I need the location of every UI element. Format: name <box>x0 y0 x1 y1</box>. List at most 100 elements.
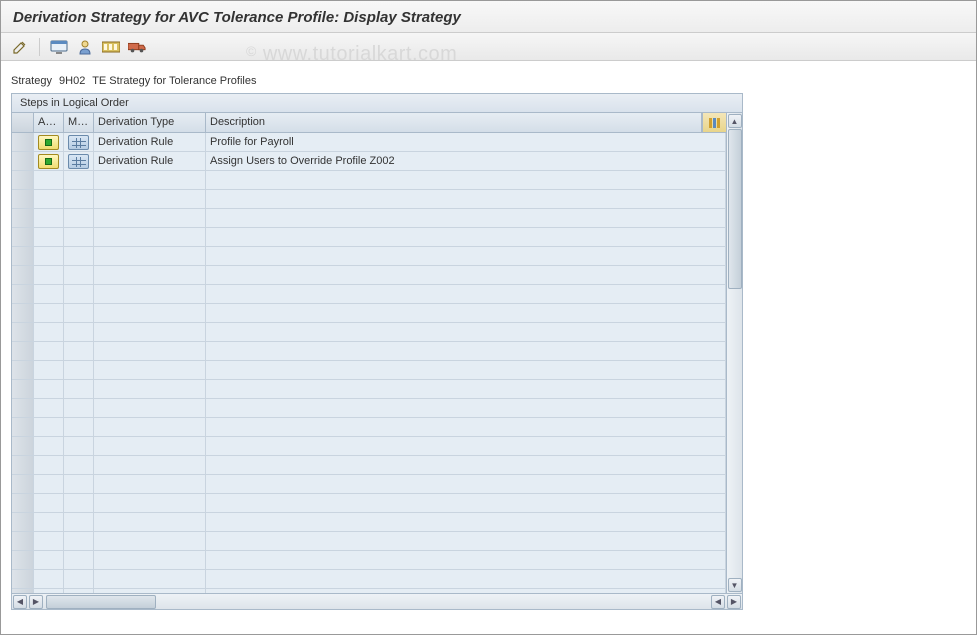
active-cell <box>34 228 64 246</box>
vertical-scrollbar[interactable]: ▲ ▼ <box>726 113 742 593</box>
row-selector[interactable] <box>12 304 34 322</box>
maint-cell <box>64 570 94 588</box>
description-cell: Assign Users to Override Profile Z002 <box>206 152 726 170</box>
row-selector[interactable] <box>12 551 34 569</box>
derivation-type-cell <box>94 513 206 531</box>
active-cell <box>34 494 64 512</box>
row-selector[interactable] <box>12 266 34 284</box>
row-selector[interactable] <box>12 247 34 265</box>
table-row <box>12 171 726 190</box>
overview-icon[interactable] <box>102 38 120 56</box>
active-button[interactable] <box>38 154 59 169</box>
row-selector[interactable] <box>12 456 34 474</box>
active-cell <box>34 133 64 151</box>
maint-cell <box>64 304 94 322</box>
maint-cell <box>64 266 94 284</box>
column-selector <box>12 113 34 132</box>
description-cell <box>206 323 726 341</box>
active-cell <box>34 589 64 593</box>
row-selector[interactable] <box>12 513 34 531</box>
edit-icon[interactable] <box>11 38 29 56</box>
scroll-left-icon[interactable]: ◀ <box>13 595 27 609</box>
derivation-type-cell: Derivation Rule <box>94 152 206 170</box>
description-cell <box>206 228 726 246</box>
description-cell <box>206 247 726 265</box>
table-row <box>12 380 726 399</box>
description-cell <box>206 494 726 512</box>
scroll-track[interactable] <box>728 129 742 577</box>
row-selector[interactable] <box>12 190 34 208</box>
row-selector[interactable] <box>12 589 34 593</box>
maint-cell <box>64 589 94 593</box>
description-cell <box>206 570 726 588</box>
row-selector[interactable] <box>12 399 34 417</box>
maint-cell <box>64 209 94 227</box>
description-cell <box>206 304 726 322</box>
derivation-type-cell <box>94 209 206 227</box>
derivation-type-cell <box>94 570 206 588</box>
table-row <box>12 285 726 304</box>
active-button[interactable] <box>38 135 59 150</box>
scroll-left2-icon[interactable]: ◀ <box>711 595 725 609</box>
table-row <box>12 209 726 228</box>
column-active[interactable]: Ac... <box>34 113 64 132</box>
maint-cell <box>64 437 94 455</box>
hscroll-thumb[interactable] <box>46 595 156 609</box>
derivation-type-cell <box>94 437 206 455</box>
column-description[interactable]: Description <box>206 113 702 132</box>
scroll-thumb[interactable] <box>728 129 742 289</box>
hscroll-track[interactable] <box>46 595 226 609</box>
column-maint[interactable]: Ma... <box>64 113 94 132</box>
description-cell <box>206 437 726 455</box>
grid-body: Derivation RuleProfile for PayrollDeriva… <box>12 133 726 593</box>
description-cell <box>206 380 726 398</box>
display-icon[interactable] <box>50 38 68 56</box>
row-selector[interactable] <box>12 532 34 550</box>
row-selector[interactable] <box>12 475 34 493</box>
row-selector[interactable] <box>12 209 34 227</box>
table-settings-icon[interactable] <box>702 113 726 132</box>
panel-title: Steps in Logical Order <box>12 94 742 113</box>
maintain-button[interactable] <box>68 154 89 169</box>
row-selector[interactable] <box>12 342 34 360</box>
derivation-type-cell: Derivation Rule <box>94 133 206 151</box>
horizontal-scrollbar[interactable]: ◀ ▶ ◀ ▶ <box>12 593 742 609</box>
active-cell <box>34 532 64 550</box>
row-selector[interactable] <box>12 171 34 189</box>
table-row <box>12 342 726 361</box>
scroll-right2-icon[interactable]: ▶ <box>727 595 741 609</box>
table-row <box>12 266 726 285</box>
scroll-right-icon[interactable]: ▶ <box>29 595 43 609</box>
row-selector[interactable] <box>12 380 34 398</box>
row-selector[interactable] <box>12 418 34 436</box>
strategy-text: TE Strategy for Tolerance Profiles <box>92 75 256 87</box>
scroll-up-icon[interactable]: ▲ <box>728 114 742 128</box>
active-cell <box>34 418 64 436</box>
maint-cell <box>64 285 94 303</box>
row-selector[interactable] <box>12 437 34 455</box>
active-cell <box>34 152 64 170</box>
description-cell <box>206 285 726 303</box>
description-cell: Profile for Payroll <box>206 133 726 151</box>
title-bar: Derivation Strategy for AVC Tolerance Pr… <box>1 1 976 33</box>
column-derivation-type[interactable]: Derivation Type <box>94 113 206 132</box>
row-selector[interactable] <box>12 133 34 151</box>
row-selector[interactable] <box>12 361 34 379</box>
description-cell <box>206 418 726 436</box>
table-row <box>12 437 726 456</box>
maintain-button[interactable] <box>68 135 89 150</box>
table-row <box>12 532 726 551</box>
active-cell <box>34 323 64 341</box>
transport-icon[interactable] <box>128 38 146 56</box>
scroll-down-icon[interactable]: ▼ <box>728 578 742 592</box>
active-cell <box>34 361 64 379</box>
derivation-type-cell <box>94 551 206 569</box>
row-selector[interactable] <box>12 323 34 341</box>
row-selector[interactable] <box>12 285 34 303</box>
row-selector[interactable] <box>12 570 34 588</box>
user-icon[interactable] <box>76 38 94 56</box>
active-cell <box>34 456 64 474</box>
row-selector[interactable] <box>12 152 34 170</box>
row-selector[interactable] <box>12 494 34 512</box>
row-selector[interactable] <box>12 228 34 246</box>
